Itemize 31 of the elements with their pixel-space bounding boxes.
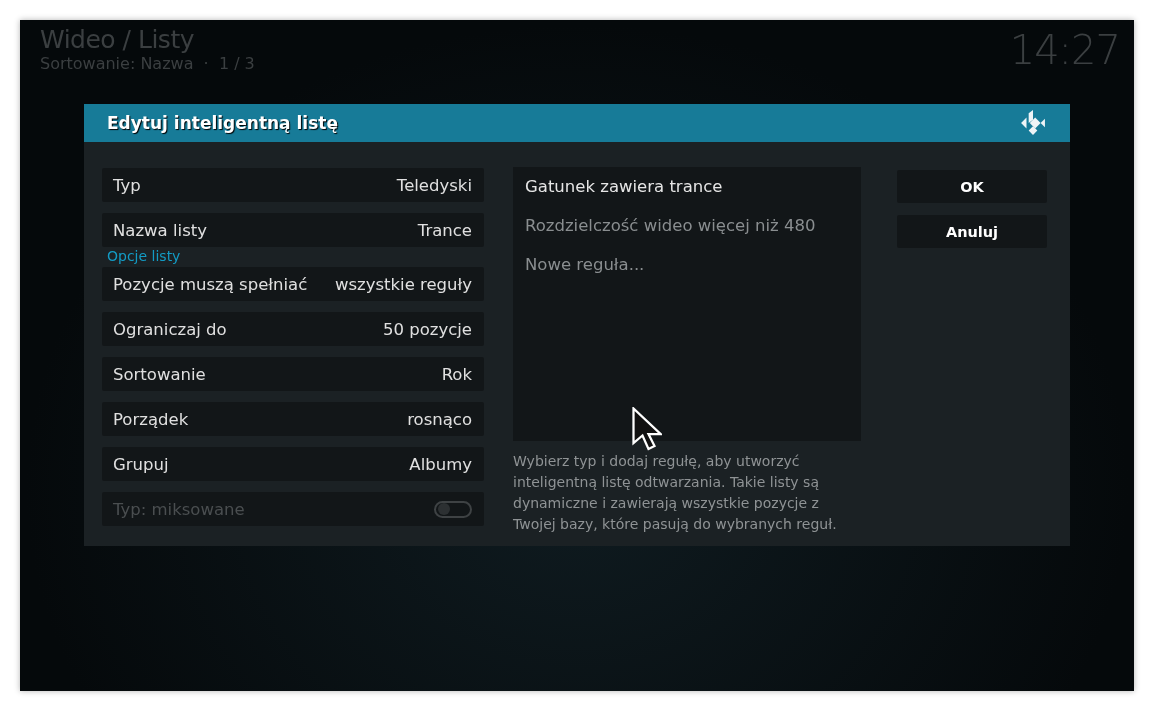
setting-label: Ograniczaj do [113,319,227,339]
setting-label: Typ: miksowane [113,499,245,519]
setting-row[interactable]: Porządek rosnąco [102,402,484,436]
setting-row[interactable]: Pozycje muszą spełniać wszystkie reguły [102,267,484,301]
setting-value: wszystkie reguły [334,274,472,294]
setting-label: Typ [113,175,141,195]
rule-item[interactable]: Rozdzielczość wideo więcej niż 480 [513,211,861,250]
cancel-button[interactable]: Anuluj [897,215,1047,248]
setting-label: Nazwa listy [113,220,207,240]
setting-value: rosnąco [407,409,472,429]
logo-icon [1020,110,1046,136]
setting-value: Trance [417,220,472,240]
setting-row[interactable]: Typ Teledyski [102,168,484,202]
setting-value: Albumy [409,454,472,474]
description-text: Wybierz typ i dodaj regułę, aby utworzyć inteligentną listę odtwarzania. Takie listy są dynamiczne i zawierają wszystkie pozycje z Twojej bazy, które pasują do wybranych reguł. [513,452,838,534]
rule-item[interactable]: Gatunek zawiera trance [513,172,861,211]
setting-label: Grupuj [113,454,169,474]
rule-item[interactable]: Nowe reguła... [513,250,861,289]
setting-row[interactable]: Nazwa listy Trance [102,213,484,247]
setting-row[interactable]: Sortowanie Rok [102,357,484,391]
setting-label: Pozycje muszą spełniać [113,274,308,294]
setting-value: Teledyski [396,175,472,195]
setting-label: Porządek [113,409,189,429]
setting-row[interactable]: Ograniczaj do 50 pozycje [102,312,484,346]
setting-label: Sortowanie [113,364,206,384]
ok-button[interactable]: OK [897,170,1047,203]
setting-value: Rok [441,364,472,384]
setting-row[interactable]: Grupuj Albumy [102,447,484,481]
setting-value: 50 pozycje [382,319,472,339]
section-label: Opcje listy [107,247,182,265]
dialog-title: Edytuj inteligentną listę [107,113,338,133]
